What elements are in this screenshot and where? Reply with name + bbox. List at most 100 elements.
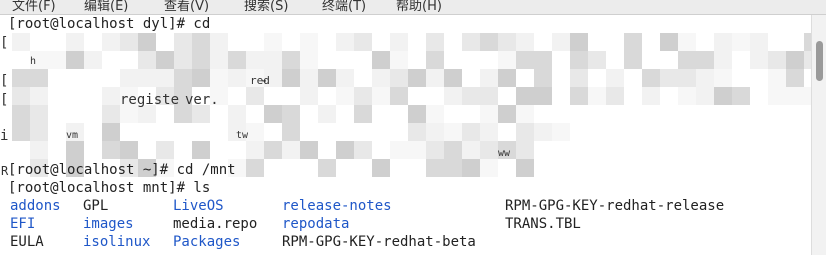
pixel-block: [714, 69, 732, 87]
pixel-block: [606, 87, 624, 105]
pixel-block: [102, 87, 120, 105]
redacted-fragment: registe: [120, 92, 180, 108]
terminal-line: [root@localhost ~]# cd /mnt: [8, 162, 236, 178]
scrollbar[interactable]: [811, 15, 826, 255]
pixel-block: [516, 105, 534, 123]
pixel-block: [444, 69, 462, 87]
pixel-block: [120, 33, 138, 51]
ls-entry: images: [83, 216, 134, 232]
pixel-block: [750, 33, 768, 51]
pixel-block: [138, 33, 156, 51]
pixel-block: [30, 69, 48, 87]
pixel-block: [534, 51, 552, 69]
pixel-block: [408, 123, 426, 141]
menu-terminal[interactable]: 终端(T): [322, 0, 366, 14]
pixel-block: [336, 33, 354, 51]
menu-search[interactable]: 搜索(S): [244, 0, 288, 14]
pixel-block: [390, 33, 408, 51]
terminal-output[interactable]: [root@localhost dyl]# cd h - red registe…: [0, 15, 811, 255]
ls-entry: release-notes: [282, 198, 392, 214]
pixel-block: [696, 69, 714, 87]
pixel-block: [516, 51, 534, 69]
menu-help[interactable]: 帮助(H): [396, 0, 442, 14]
pixel-block: [156, 51, 174, 69]
pixel-block: [498, 33, 516, 51]
pixel-block: [462, 33, 480, 51]
pixel-block: [120, 141, 138, 159]
pixel-block: [102, 105, 120, 123]
pixel-block: [174, 33, 192, 51]
pixel-block: [444, 159, 462, 177]
menu-file[interactable]: 文件(F): [12, 0, 56, 14]
left-edge-char: [: [0, 92, 9, 108]
pixel-block: [12, 105, 30, 123]
pixel-block: [480, 87, 498, 105]
pixel-block: [714, 51, 732, 69]
pixel-block: [390, 87, 408, 105]
ls-entry: Packages: [173, 234, 241, 250]
pixel-block: [678, 51, 696, 69]
pixel-block: [552, 33, 570, 51]
pixel-block: [300, 141, 318, 159]
pixel-block: [516, 123, 534, 141]
pixel-block: [570, 69, 588, 87]
pixel-block: [372, 69, 390, 87]
pixel-block: [336, 87, 354, 105]
left-edge-char: [: [0, 73, 9, 89]
ls-entry: addons: [10, 198, 61, 214]
redacted-fragment: red: [250, 74, 270, 87]
ls-entry: RPM-GPG-KEY-redhat-release: [505, 198, 725, 214]
ls-entry: media.repo: [173, 216, 258, 232]
ls-entry: isolinux: [83, 234, 151, 250]
pixel-block: [228, 51, 246, 69]
pixel-block: [318, 105, 336, 123]
pixel-block: [30, 105, 48, 123]
menu-bar: 文件(F) 编辑(E) 查看(V) 搜索(S) 终端(T) 帮助(H): [0, 0, 826, 15]
pixel-block: [48, 51, 66, 69]
pixel-block: [624, 51, 642, 69]
pixel-block: [480, 159, 498, 177]
pixel-block: [282, 123, 300, 141]
ls-entry: EFI: [10, 216, 36, 232]
pixel-block: [426, 69, 444, 87]
pixel-block: [480, 141, 498, 159]
menu-edit[interactable]: 编辑(E): [84, 0, 128, 14]
scrollbar-thumb[interactable]: [816, 41, 823, 81]
pixel-block: [588, 87, 606, 105]
ls-entry: RPM-GPG-KEY-redhat-beta: [282, 234, 476, 250]
pixel-block: [354, 33, 372, 51]
pixel-block: [192, 33, 210, 51]
ls-entry: TRANS.TBL: [505, 216, 581, 232]
pixel-block: [390, 141, 408, 159]
pixel-block: [444, 87, 462, 105]
pixel-block: [732, 33, 750, 51]
pixel-block: [678, 33, 696, 51]
pixel-block: [12, 69, 30, 87]
pixel-block: [408, 105, 426, 123]
pixel-block: [228, 105, 246, 123]
pixel-block: [444, 141, 462, 159]
pixel-block: [642, 87, 660, 105]
pixel-block: [678, 87, 696, 105]
pixel-block: [12, 87, 30, 105]
pixel-block: [408, 141, 426, 159]
menu-view[interactable]: 查看(V): [164, 0, 209, 14]
pixel-block: [102, 141, 120, 159]
pixel-block: [570, 33, 588, 51]
pixel-block: [516, 141, 534, 159]
pixel-block: [372, 51, 390, 69]
pixel-block: [336, 141, 354, 159]
pixel-block: [426, 33, 444, 51]
pixel-block: [480, 69, 498, 87]
ls-entry: repodata: [282, 216, 350, 232]
pixel-block: [174, 51, 192, 69]
pixel-block: [480, 33, 498, 51]
pixel-block: [426, 141, 444, 159]
pixel-block: [624, 33, 642, 51]
pixel-block: [282, 105, 300, 123]
pixel-block: [300, 33, 318, 51]
ls-entry: GPL: [83, 198, 109, 214]
pixel-block: [264, 33, 282, 51]
pixel-block: [696, 87, 714, 105]
pixel-block: [480, 105, 498, 123]
